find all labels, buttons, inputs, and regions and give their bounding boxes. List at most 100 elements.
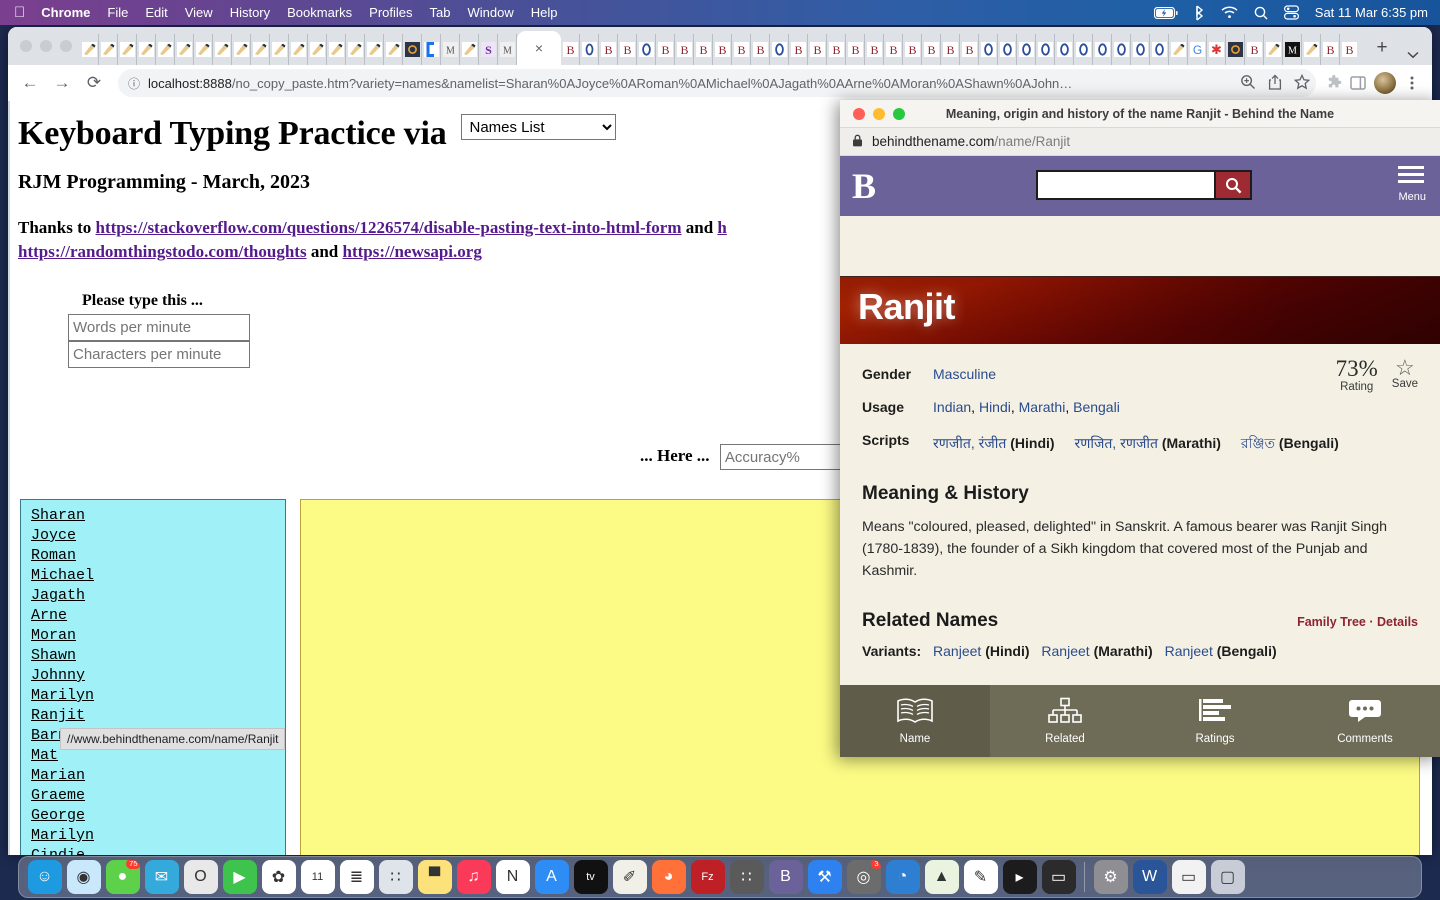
name-link[interactable]: George bbox=[31, 806, 85, 826]
collapsed-tab[interactable] bbox=[1302, 34, 1321, 65]
dock-item-opera[interactable]: O bbox=[183, 860, 218, 894]
btn-site-logo[interactable]: B bbox=[852, 164, 892, 208]
collapsed-tab[interactable] bbox=[99, 34, 118, 65]
search-icon[interactable] bbox=[1254, 6, 1268, 20]
dock-item-finder[interactable]: ☺ bbox=[27, 860, 62, 894]
collapsed-tab[interactable] bbox=[580, 34, 599, 65]
collapsed-tab[interactable]: B bbox=[675, 34, 694, 65]
collapsed-tab[interactable] bbox=[156, 34, 175, 65]
collapsed-tab[interactable]: B bbox=[846, 34, 865, 65]
name-link[interactable]: Roman bbox=[31, 546, 76, 566]
profile-avatar[interactable] bbox=[1374, 72, 1396, 94]
collapsed-tab[interactable] bbox=[270, 34, 289, 65]
collapsed-tab[interactable]: M bbox=[441, 34, 460, 65]
collapsed-tab[interactable] bbox=[327, 34, 346, 65]
dock-item-paint[interactable]: ✐ bbox=[612, 860, 647, 894]
dock-item-keynote[interactable]: ▭ bbox=[1171, 860, 1206, 894]
btn-tab-related[interactable]: Related bbox=[990, 685, 1140, 757]
collapsed-tab[interactable] bbox=[637, 34, 656, 65]
collapsed-tab[interactable] bbox=[460, 34, 479, 65]
collapsed-tab[interactable] bbox=[1150, 34, 1169, 65]
share-icon[interactable] bbox=[1268, 73, 1282, 93]
name-link[interactable]: Jagath bbox=[31, 586, 85, 606]
menubar-item-window[interactable]: Window bbox=[468, 5, 514, 20]
dock-item-apple-tv[interactable]: tv bbox=[573, 860, 608, 894]
collapsed-tab[interactable]: B bbox=[922, 34, 941, 65]
name-link[interactable]: Marilyn bbox=[31, 826, 94, 846]
thanks-link-randomthingstodo[interactable]: https://randomthingstodo.com/thoughts bbox=[18, 242, 307, 261]
maximize-window-button[interactable] bbox=[60, 40, 72, 52]
name-link[interactable]: Arne bbox=[31, 606, 67, 626]
close-window-button[interactable] bbox=[20, 40, 32, 52]
menubar-item-bookmarks[interactable]: Bookmarks bbox=[287, 5, 352, 20]
collapsed-tab[interactable]: M bbox=[1283, 34, 1302, 65]
btn-search-button[interactable] bbox=[1214, 170, 1252, 200]
bluetooth-icon[interactable] bbox=[1194, 4, 1205, 21]
forward-button[interactable]: → bbox=[48, 69, 76, 97]
words-per-minute-input[interactable] bbox=[68, 314, 250, 342]
name-link[interactable]: Graeme bbox=[31, 786, 85, 806]
script-native-marathi[interactable]: रणजित, रणजीत bbox=[1074, 435, 1157, 451]
collapsed-tab[interactable] bbox=[1036, 34, 1055, 65]
name-link[interactable]: Marilyn bbox=[31, 686, 94, 706]
dock-item-xcode-tool[interactable]: ⚒ bbox=[807, 860, 842, 894]
btn-tab-comments[interactable]: Comments bbox=[1290, 685, 1440, 757]
menubar-item-file[interactable]: File bbox=[107, 5, 128, 20]
collapsed-tab[interactable]: B bbox=[561, 34, 580, 65]
thanks-link-newsapi[interactable]: https://newsapi.org bbox=[343, 242, 482, 261]
collapsed-tab[interactable]: B bbox=[694, 34, 713, 65]
collapsed-tab[interactable] bbox=[998, 34, 1017, 65]
collapsed-tab[interactable]: B bbox=[808, 34, 827, 65]
collapsed-tab[interactable]: B bbox=[865, 34, 884, 65]
menubar-item-profiles[interactable]: Profiles bbox=[369, 5, 412, 20]
usage-link-marathi[interactable]: Marathi bbox=[1019, 399, 1066, 415]
dock-item-behindthename[interactable]: B bbox=[768, 860, 803, 894]
dock-item-photos[interactable]: ✿ bbox=[261, 860, 296, 894]
btn-tab-ratings[interactable]: Ratings bbox=[1140, 685, 1290, 757]
collapsed-tab[interactable]: S bbox=[479, 34, 498, 65]
variant-link-hindi[interactable]: Ranjeet bbox=[933, 643, 981, 659]
collapsed-tab[interactable] bbox=[1264, 34, 1283, 65]
collapsed-tab[interactable] bbox=[365, 34, 384, 65]
zoom-icon[interactable] bbox=[1240, 74, 1256, 93]
reload-button[interactable]: ⟳ bbox=[80, 69, 108, 97]
close-tab-icon[interactable]: × bbox=[535, 40, 543, 56]
details-link[interactable]: Details bbox=[1377, 615, 1418, 629]
collapsed-tab[interactable]: B bbox=[960, 34, 979, 65]
collapsed-tab[interactable]: B bbox=[789, 34, 808, 65]
btn-save-button[interactable]: ☆ Save bbox=[1392, 356, 1418, 393]
dock-item-terminal[interactable]: ▸ bbox=[1002, 860, 1037, 894]
window-traffic-lights[interactable] bbox=[16, 27, 80, 65]
dock-item-safari-tech[interactable]: ◔ bbox=[885, 860, 920, 894]
dock-item-maps[interactable]: ▲ bbox=[924, 860, 959, 894]
script-native-bengali[interactable]: রঞ্জিত bbox=[1241, 435, 1275, 451]
collapsed-tab[interactable] bbox=[251, 34, 270, 65]
collapsed-tab[interactable]: B bbox=[1340, 34, 1358, 65]
collapsed-tab[interactable] bbox=[1093, 34, 1112, 65]
name-link[interactable]: Marian bbox=[31, 766, 85, 786]
collapsed-tab[interactable]: B bbox=[732, 34, 751, 65]
collapsed-tab[interactable] bbox=[403, 34, 422, 65]
collapsed-tab[interactable]: B bbox=[827, 34, 846, 65]
collapsed-tab[interactable] bbox=[308, 34, 327, 65]
btn-address-bar[interactable]: behindthename.com/name/Ranjit bbox=[840, 128, 1440, 156]
thanks-link-truncated[interactable]: h bbox=[717, 218, 726, 237]
dock-item-app-store[interactable]: A bbox=[534, 860, 569, 894]
menubar-item-edit[interactable]: Edit bbox=[145, 5, 167, 20]
collapsed-tab[interactable] bbox=[289, 34, 308, 65]
names-list-panel[interactable]: Sharan Joyce Roman Michael Jagath Arne Moran Sh… bbox=[20, 499, 286, 855]
btn-search-input[interactable] bbox=[1036, 170, 1214, 200]
collapsed-tab[interactable] bbox=[137, 34, 156, 65]
collapsed-tab[interactable] bbox=[194, 34, 213, 65]
btn-menu-button[interactable]: Menu bbox=[1398, 166, 1426, 205]
thanks-link-stackoverflow[interactable]: https://stackoverflow.com/questions/1226… bbox=[95, 218, 681, 237]
bookmark-star-icon[interactable] bbox=[1293, 73, 1311, 93]
dock-item-mail[interactable]: ✉ bbox=[144, 860, 179, 894]
collapsed-tab[interactable] bbox=[1226, 34, 1245, 65]
collapsed-tab[interactable]: B bbox=[599, 34, 618, 65]
side-panel-icon[interactable] bbox=[1346, 71, 1370, 95]
menubar-clock[interactable]: Sat 11 Mar 6:35 pm bbox=[1315, 5, 1428, 20]
collapsed-tab[interactable]: G bbox=[1188, 34, 1207, 65]
collapsed-tab[interactable] bbox=[979, 34, 998, 65]
dock-item-filezilla[interactable]: Fz bbox=[690, 860, 725, 894]
